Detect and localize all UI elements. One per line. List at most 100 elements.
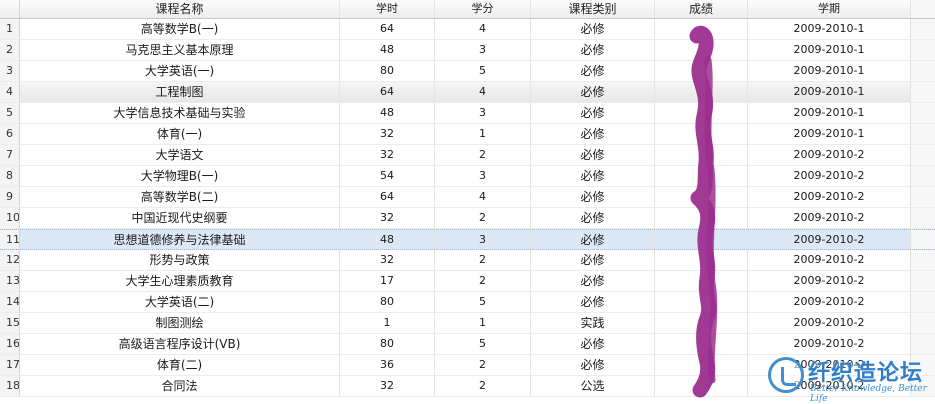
table-row[interactable]: 2 马克思主义基本原理 48 3 必修 2009-2010-1	[0, 40, 935, 61]
cell-course-type: 必修	[531, 187, 655, 207]
cell-term: 2009-2010-1	[748, 61, 911, 81]
cell-grade	[655, 145, 748, 165]
cell-hours: 32	[340, 145, 435, 165]
table-row[interactable]: 14 大学英语(二) 80 5 必修 2009-2010-2	[0, 292, 935, 313]
table-header: 课程名称 学时 学分 课程类别 成绩 学期	[0, 0, 935, 19]
cell-grade	[655, 271, 748, 291]
cell-course-type: 必修	[531, 124, 655, 144]
table-row[interactable]: 15 制图测绘 1 1 实践 2009-2010-2	[0, 313, 935, 334]
table-row[interactable]: 7 大学语文 32 2 必修 2009-2010-2	[0, 145, 935, 166]
cell-grade	[655, 230, 748, 249]
cell-grade	[655, 187, 748, 207]
cell-credits: 3	[435, 230, 531, 249]
row-number: 1	[0, 19, 20, 39]
table-row[interactable]: 4 工程制图 64 4 必修 2009-2010-1	[0, 82, 935, 103]
cell-credits: 2	[435, 355, 531, 375]
table-row[interactable]: 16 高级语言程序设计(VB) 80 5 必修 2009-2010-2	[0, 334, 935, 355]
cell-credits: 4	[435, 19, 531, 39]
column-header-course-name[interactable]: 课程名称	[20, 0, 340, 18]
cell-grade	[655, 250, 748, 270]
cell-credits: 3	[435, 40, 531, 60]
row-number: 4	[0, 82, 20, 102]
cell-course-name: 中国近现代史纲要	[20, 208, 340, 228]
cell-course-name: 思想道德修养与法律基础	[20, 230, 340, 249]
cell-grade	[655, 208, 748, 228]
cell-course-name: 大学生心理素质教育	[20, 271, 340, 291]
cell-course-type: 必修	[531, 334, 655, 354]
scrollbar-track[interactable]	[911, 271, 935, 291]
cell-term: 2009-2010-2	[748, 145, 911, 165]
row-number: 3	[0, 61, 20, 81]
scrollbar-track[interactable]	[911, 313, 935, 333]
cell-course-name: 大学英语(二)	[20, 292, 340, 312]
column-header-credits[interactable]: 学分	[435, 0, 531, 18]
cell-grade	[655, 82, 748, 102]
cell-course-name: 大学信息技术基础与实验	[20, 103, 340, 123]
scrollbar-track[interactable]	[911, 230, 935, 249]
table-row[interactable]: 1 高等数学B(一) 64 4 必修 2009-2010-1	[0, 19, 935, 40]
cell-course-name: 体育(二)	[20, 355, 340, 375]
scrollbar-track[interactable]	[911, 82, 935, 102]
cell-grade	[655, 61, 748, 81]
cell-hours: 48	[340, 103, 435, 123]
row-number: 12	[0, 250, 20, 270]
cell-credits: 5	[435, 292, 531, 312]
row-number: 7	[0, 145, 20, 165]
table-row[interactable]: 13 大学生心理素质教育 17 2 必修 2009-2010-2	[0, 271, 935, 292]
table-row[interactable]: 5 大学信息技术基础与实验 48 3 必修 2009-2010-1	[0, 103, 935, 124]
cell-hours: 48	[340, 40, 435, 60]
cell-credits: 2	[435, 145, 531, 165]
scrollbar-track[interactable]	[911, 187, 935, 207]
cell-hours: 80	[340, 61, 435, 81]
cell-course-name: 体育(一)	[20, 124, 340, 144]
cell-course-name: 高级语言程序设计(VB)	[20, 334, 340, 354]
scrollbar-track[interactable]	[911, 208, 935, 228]
cell-hours: 64	[340, 187, 435, 207]
cell-course-type: 必修	[531, 250, 655, 270]
cell-course-name: 大学语文	[20, 145, 340, 165]
table-row[interactable]: 6 体育(一) 32 1 必修 2009-2010-1	[0, 124, 935, 145]
scrollbar-track[interactable]	[911, 292, 935, 312]
cell-course-type: 必修	[531, 19, 655, 39]
cell-hours: 36	[340, 355, 435, 375]
column-header-term[interactable]: 学期	[748, 0, 911, 18]
cell-course-type: 必修	[531, 355, 655, 375]
column-header-course-type[interactable]: 课程类别	[531, 0, 655, 18]
scrollbar-track[interactable]	[911, 61, 935, 81]
column-header-grade[interactable]: 成绩	[655, 0, 748, 18]
cell-credits: 2	[435, 376, 531, 396]
table-row[interactable]: 3 大学英语(一) 80 5 必修 2009-2010-1	[0, 61, 935, 82]
cell-hours: 54	[340, 166, 435, 186]
scrollbar-track[interactable]	[911, 103, 935, 123]
cell-grade	[655, 103, 748, 123]
scrollbar-track[interactable]	[911, 166, 935, 186]
cell-hours: 64	[340, 19, 435, 39]
cell-course-type: 公选	[531, 376, 655, 396]
cell-course-type: 必修	[531, 40, 655, 60]
table-row[interactable]: 10 中国近现代史纲要 32 2 必修 2009-2010-2	[0, 208, 935, 229]
table-row[interactable]: 12 形势与政策 32 2 必修 2009-2010-2	[0, 250, 935, 271]
column-header-hours[interactable]: 学时	[340, 0, 435, 18]
cell-term: 2009-2010-1	[748, 103, 911, 123]
scrollbar-header	[911, 0, 935, 18]
row-number: 14	[0, 292, 20, 312]
cell-grade	[655, 313, 748, 333]
cell-hours: 1	[340, 313, 435, 333]
scrollbar-track[interactable]	[911, 334, 935, 354]
scrollbar-track[interactable]	[911, 124, 935, 144]
table-row[interactable]: 8 大学物理B(一) 54 3 必修 2009-2010-2	[0, 166, 935, 187]
scrollbar-track[interactable]	[911, 250, 935, 270]
cell-credits: 2	[435, 271, 531, 291]
scrollbar-track[interactable]	[911, 145, 935, 165]
cell-term: 2009-2010-2	[748, 230, 911, 249]
cell-grade	[655, 124, 748, 144]
scrollbar-track[interactable]	[911, 19, 935, 39]
cell-course-type: 必修	[531, 271, 655, 291]
cell-course-name: 工程制图	[20, 82, 340, 102]
table-row[interactable]: 9 高等数学B(二) 64 4 必修 2009-2010-2	[0, 187, 935, 208]
cell-credits: 1	[435, 313, 531, 333]
watermark-title: 纤织造论坛	[808, 360, 924, 386]
row-number: 10	[0, 208, 20, 228]
scrollbar-track[interactable]	[911, 40, 935, 60]
table-row[interactable]: 11 思想道德修养与法律基础 48 3 必修 2009-2010-2	[0, 229, 935, 250]
